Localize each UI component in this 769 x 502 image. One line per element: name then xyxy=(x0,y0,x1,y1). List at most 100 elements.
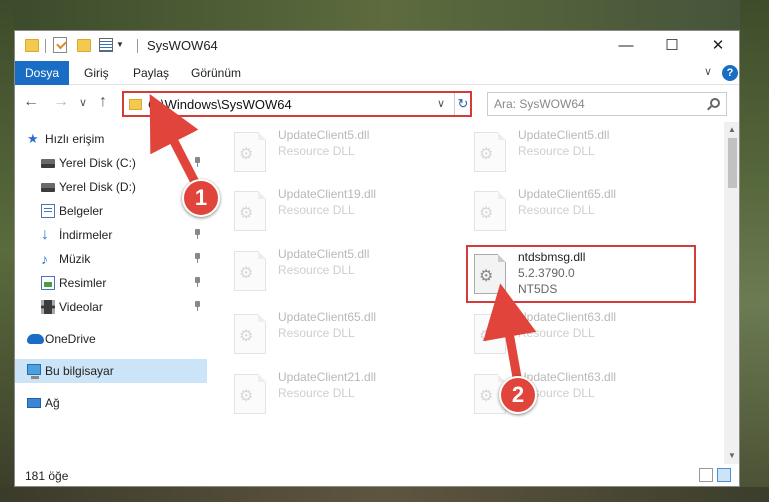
dll-file-icon xyxy=(474,314,506,354)
title-bar: ▼ SysWOW64 — ☐ ✕ xyxy=(15,31,739,61)
cloud-icon xyxy=(27,334,44,344)
file-name: UpdateClient63.dll xyxy=(518,310,617,324)
file-type: Resource DLL xyxy=(278,144,355,158)
back-button[interactable]: ← xyxy=(23,93,39,111)
sidebar-item-label: Hızlı erişim xyxy=(45,132,105,146)
sidebar-item-documents[interactable]: Belgeler xyxy=(15,199,207,223)
tab-share[interactable]: Paylaş xyxy=(133,61,169,85)
close-button[interactable]: ✕ xyxy=(695,31,739,61)
list-item[interactable]: UpdateClient63.dll Resource DLL xyxy=(474,306,714,366)
tab-file[interactable]: Dosya xyxy=(15,61,69,85)
drive-icon xyxy=(41,159,55,168)
sidebar-item-onedrive[interactable]: OneDrive xyxy=(15,327,207,351)
sidebar-item-videos[interactable]: Videolar xyxy=(15,295,207,319)
sidebar-item-quick-access[interactable]: ★ Hızlı erişim xyxy=(15,127,207,151)
address-path[interactable]: C:\Windows\SysWOW64 xyxy=(148,97,292,112)
status-bar: 181 öğe xyxy=(15,464,739,486)
dll-file-icon xyxy=(234,132,266,172)
address-bar[interactable]: C:\Windows\SysWOW64 ∨ ↻ xyxy=(122,91,472,117)
scroll-up-icon[interactable]: ▲ xyxy=(728,125,736,134)
sidebar-item-label: Yerel Disk (C:) xyxy=(59,156,136,170)
up-button[interactable]: ↑ xyxy=(99,93,107,111)
desktop-background-right xyxy=(740,0,769,502)
sidebar-item-downloads[interactable]: ↓ İndirmeler xyxy=(15,223,207,247)
minimize-button[interactable]: — xyxy=(603,31,649,61)
sidebar-item-pictures[interactable]: Resimler xyxy=(15,271,207,295)
maximize-button[interactable]: ☐ xyxy=(649,31,695,61)
sidebar-item-local-disk-d[interactable]: Yerel Disk (D:) xyxy=(15,175,207,199)
properties-check-icon[interactable] xyxy=(53,37,67,53)
file-name: UpdateClient5.dll xyxy=(278,247,370,261)
dll-file-icon xyxy=(234,374,266,414)
file-name: UpdateClient19.dll xyxy=(278,187,377,201)
window-title: SysWOW64 xyxy=(147,38,218,53)
file-name: UpdateClient65.dll xyxy=(518,187,617,201)
new-folder-icon[interactable] xyxy=(77,39,91,52)
pin-icon[interactable] xyxy=(193,253,201,263)
dll-file-icon xyxy=(234,314,266,354)
sidebar-item-label: Ağ xyxy=(45,396,60,410)
pictures-icon xyxy=(41,276,55,290)
tab-home[interactable]: Giriş xyxy=(84,61,109,85)
sidebar-item-label: Videolar xyxy=(59,300,103,314)
sidebar-item-label: Belgeler xyxy=(59,204,104,218)
navigation-bar: ← → ∨ ↑ C:\Windows\SysWOW64 ∨ ↻ Ara: Sys… xyxy=(15,86,739,122)
pin-icon[interactable] xyxy=(193,301,201,311)
download-icon: ↓ xyxy=(41,226,49,243)
list-item[interactable]: UpdateClient65.dll Resource DLL xyxy=(234,306,474,366)
sidebar-item-label: OneDrive xyxy=(45,332,96,346)
step-1-badge: 1 xyxy=(182,179,220,217)
music-icon: ♪ xyxy=(41,251,48,267)
file-name: UpdateClient5.dll xyxy=(518,128,610,142)
toolbar-separator xyxy=(45,39,46,53)
scroll-down-icon[interactable]: ▼ xyxy=(728,451,736,460)
search-placeholder: Ara: SysWOW64 xyxy=(494,97,585,111)
recent-locations-icon[interactable]: ∨ xyxy=(79,96,87,109)
list-item[interactable]: UpdateClient65.dll Resource DLL xyxy=(474,183,714,243)
search-icon[interactable] xyxy=(710,98,720,108)
network-icon xyxy=(27,398,41,408)
documents-icon xyxy=(41,204,55,218)
desktop-background-top xyxy=(0,0,769,30)
sidebar-item-network[interactable]: Ağ xyxy=(15,391,207,415)
file-type: Resource DLL xyxy=(278,386,355,400)
list-item[interactable]: UpdateClient5.dll Resource DLL xyxy=(474,124,714,184)
list-item[interactable]: UpdateClient21.dll Resource DLL xyxy=(234,366,474,426)
sidebar-item-this-pc[interactable]: Bu bilgisayar xyxy=(15,359,207,383)
file-name: UpdateClient63.dll xyxy=(518,370,617,384)
expand-ribbon-icon[interactable]: ∨ xyxy=(704,65,712,78)
vertical-scrollbar[interactable]: ▲ ▼ xyxy=(724,122,739,464)
quick-access-dropdown-icon[interactable]: ▼ xyxy=(116,40,124,49)
details-view-icon[interactable] xyxy=(699,468,713,482)
list-item[interactable]: UpdateClient19.dll Resource DLL xyxy=(234,183,474,243)
sidebar-item-local-disk-c[interactable]: Yerel Disk (C:) xyxy=(15,151,207,175)
scroll-thumb[interactable] xyxy=(728,138,737,188)
dll-file-icon xyxy=(234,251,266,291)
sidebar-item-label: Yerel Disk (D:) xyxy=(59,180,136,194)
videos-icon xyxy=(41,300,55,314)
pin-icon[interactable] xyxy=(193,277,201,287)
tab-view[interactable]: Görünüm xyxy=(191,61,241,85)
sidebar-item-label: Müzik xyxy=(59,252,91,266)
help-icon[interactable]: ? xyxy=(722,65,738,81)
navigation-pane: ★ Hızlı erişim Yerel Disk (C:) Yerel Dis… xyxy=(15,122,207,464)
list-item[interactable]: UpdateClient5.dll Resource DLL xyxy=(234,124,474,184)
customize-toolbar-icon[interactable] xyxy=(99,38,113,52)
pin-icon[interactable] xyxy=(193,229,201,239)
forward-button[interactable]: → xyxy=(53,93,69,111)
search-input[interactable]: Ara: SysWOW64 xyxy=(487,92,727,116)
dll-file-icon xyxy=(234,191,266,231)
sidebar-item-label: İndirmeler xyxy=(59,228,113,242)
pin-icon[interactable] xyxy=(193,157,201,167)
sidebar-item-label: Resimler xyxy=(59,276,107,290)
sidebar-item-music[interactable]: ♪ Müzik xyxy=(15,247,207,271)
refresh-button[interactable]: ↻ xyxy=(454,93,471,115)
dll-file-icon xyxy=(474,191,506,231)
list-item[interactable]: UpdateClient5.dll Resource DLL xyxy=(234,243,474,303)
tiles-view-icon[interactable] xyxy=(717,468,731,482)
file-type: Resource DLL xyxy=(278,263,355,277)
file-name: UpdateClient21.dll xyxy=(278,370,377,384)
address-dropdown-icon[interactable]: ∨ xyxy=(437,97,445,110)
folder-icon xyxy=(129,99,142,110)
file-type: Resource DLL xyxy=(278,326,355,340)
